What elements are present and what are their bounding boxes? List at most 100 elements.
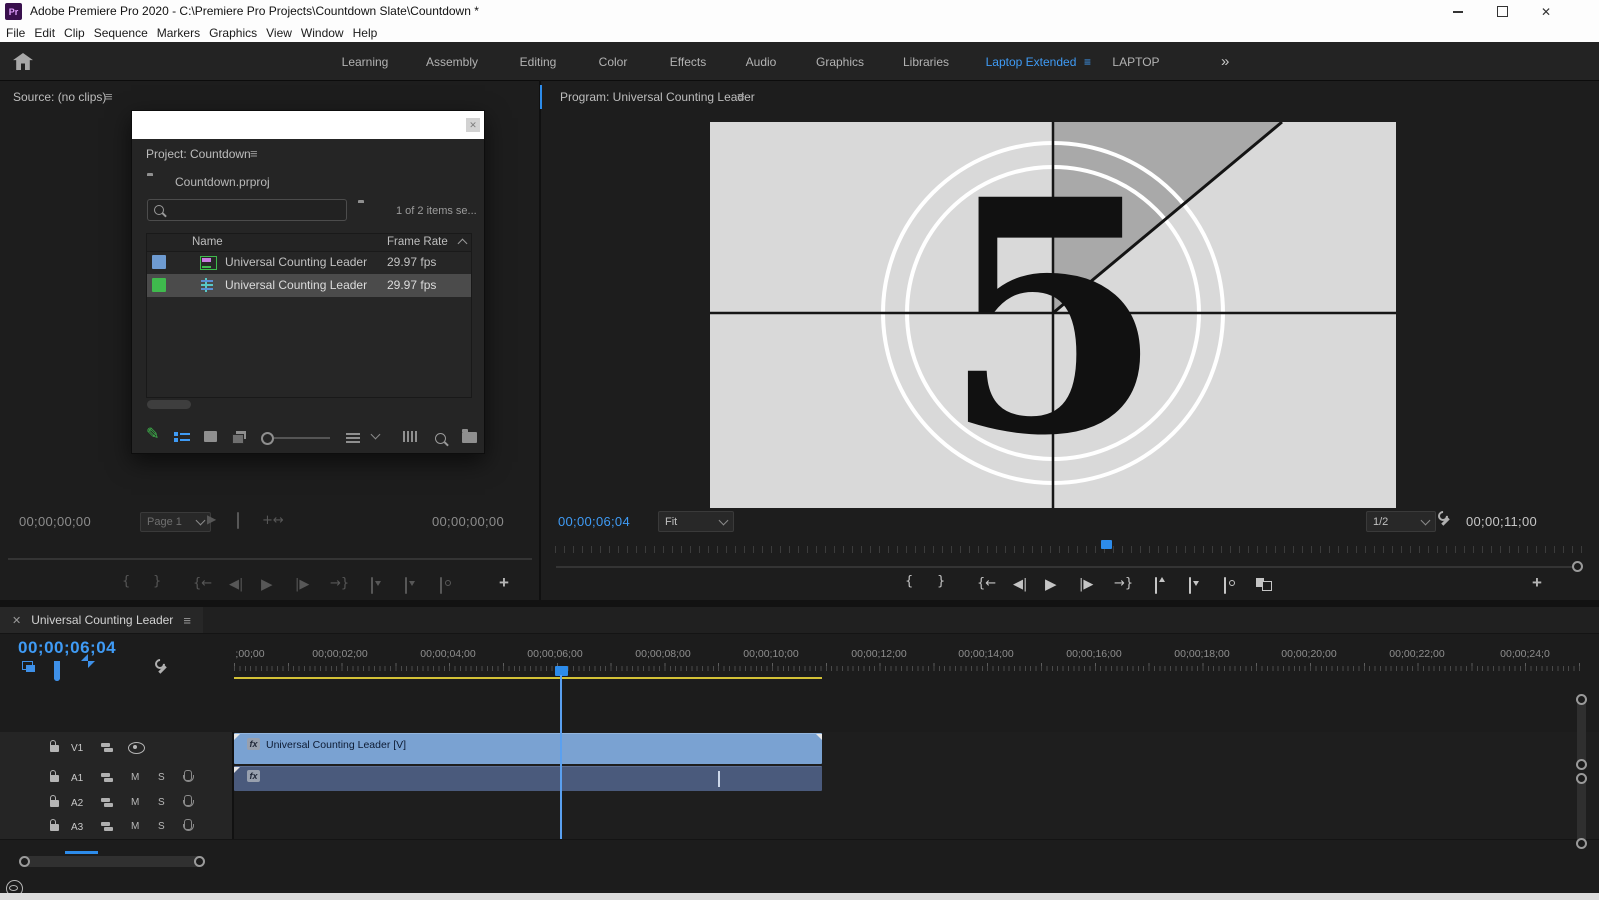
timecode-overlay-icon[interactable]: +↔ xyxy=(262,513,284,528)
scroll-handle[interactable] xyxy=(1576,694,1587,705)
track-label[interactable]: A1 xyxy=(71,773,83,784)
mic-icon[interactable] xyxy=(182,770,194,782)
zoom-handle-left[interactable] xyxy=(19,856,30,867)
sync-lock-icon[interactable] xyxy=(101,743,114,753)
timeline-panel-menu-icon[interactable] xyxy=(183,613,191,628)
program-zoom-handle[interactable] xyxy=(1572,561,1583,572)
scroll-handle[interactable] xyxy=(1576,773,1587,784)
source-button-editor-icon[interactable]: + xyxy=(499,573,509,593)
tab-editing[interactable]: Editing xyxy=(520,55,557,69)
work-area-bar[interactable] xyxy=(234,677,822,679)
scroll-handle[interactable] xyxy=(1576,759,1587,770)
sync-lock-icon[interactable] xyxy=(101,798,114,808)
source-step-back-icon[interactable]: ◀| xyxy=(229,577,243,592)
workspace-menu-icon[interactable] xyxy=(1084,55,1091,69)
program-timecode[interactable]: 00;00;06;04 xyxy=(558,514,630,529)
close-sequence-icon[interactable]: ✕ xyxy=(12,614,21,627)
solo-button[interactable]: S xyxy=(158,772,165,783)
track-label[interactable]: A3 xyxy=(71,822,83,833)
horizontal-divider[interactable] xyxy=(0,600,1599,607)
title-bar[interactable]: Pr Adobe Premiere Pro 2020 - C:\Premiere… xyxy=(0,0,1599,23)
mute-button[interactable]: M xyxy=(131,821,139,832)
track-header-v1[interactable]: V1 xyxy=(0,732,234,765)
audio-clip[interactable]: fx xyxy=(234,766,822,791)
fade-handle-icon[interactable] xyxy=(234,734,240,740)
panel-divider[interactable] xyxy=(539,80,541,600)
playback-resolution-select[interactable]: 1/2 xyxy=(1366,511,1436,532)
project-panel-menu-icon[interactable] xyxy=(250,146,258,161)
go-to-in-icon[interactable]: {← xyxy=(977,576,996,591)
lock-icon[interactable] xyxy=(50,740,59,752)
program-button-editor-icon[interactable]: + xyxy=(1532,573,1542,593)
program-zoom-scrollbar[interactable] xyxy=(556,566,1580,568)
menu-view[interactable]: View xyxy=(266,26,292,40)
source-mark-in-icon[interactable]: { xyxy=(122,574,130,589)
video-tracks-scrollbar[interactable] xyxy=(1577,700,1586,765)
menu-graphics[interactable]: Graphics xyxy=(209,26,257,40)
project-window-close-button[interactable]: ✕ xyxy=(466,118,480,132)
timeline-sequence-tab[interactable]: ✕ Universal Counting Leader xyxy=(0,607,203,633)
table-row-selected[interactable]: Universal Counting Leader 29.97 fps xyxy=(147,274,471,297)
fx-badge[interactable]: fx xyxy=(247,738,260,750)
source-mark-out-icon[interactable]: } xyxy=(153,574,161,589)
mark-in-icon[interactable]: { xyxy=(905,574,913,589)
mute-button[interactable]: M xyxy=(131,797,139,808)
track-header-scrollbar[interactable] xyxy=(65,851,98,854)
program-zoom-select[interactable]: Fit xyxy=(658,511,734,532)
tab-laptop[interactable]: LAPTOP xyxy=(1112,55,1159,69)
timeline-playhead-line[interactable] xyxy=(560,675,562,839)
source-timecode[interactable]: 00;00;00;00 xyxy=(19,514,91,529)
source-go-to-in-icon[interactable]: {← xyxy=(193,576,212,591)
source-panel-menu-icon[interactable] xyxy=(105,89,113,104)
source-go-to-out-icon[interactable]: →} xyxy=(330,576,349,591)
label-color-chip[interactable] xyxy=(152,278,166,292)
timeline-zoom-scrollbar[interactable] xyxy=(19,856,205,867)
label-color-chip[interactable] xyxy=(152,255,166,269)
play-icon[interactable]: ▶ xyxy=(1045,575,1057,593)
mic-icon[interactable] xyxy=(182,795,194,807)
menu-clip[interactable]: Clip xyxy=(64,26,85,40)
menu-edit[interactable]: Edit xyxy=(34,26,55,40)
sort-chevron-icon[interactable] xyxy=(370,429,381,440)
zoom-slider-handle[interactable] xyxy=(261,432,274,445)
menu-file[interactable]: File xyxy=(6,26,25,40)
find-icon[interactable] xyxy=(435,433,446,444)
scroll-handle[interactable] xyxy=(1576,838,1587,849)
table-horizontal-scrollbar[interactable] xyxy=(147,400,191,409)
workspace-overflow-icon[interactable]: » xyxy=(1221,53,1229,70)
lift-icon[interactable] xyxy=(1155,577,1157,594)
lock-icon[interactable] xyxy=(50,819,59,831)
extract-icon[interactable] xyxy=(1189,577,1191,594)
export-frame-icon[interactable] xyxy=(1224,577,1226,594)
timeline-timecode[interactable]: 00;00;06;04 xyxy=(18,638,116,658)
source-scrubber[interactable] xyxy=(8,558,532,560)
snap-magnet-icon[interactable] xyxy=(54,661,60,681)
column-name[interactable]: Name xyxy=(192,236,223,248)
fx-badge[interactable]: fx xyxy=(247,770,260,782)
zoom-slider-track[interactable] xyxy=(274,437,330,439)
writable-pencil-icon[interactable]: ✎ xyxy=(146,424,159,444)
audio-tracks-scrollbar[interactable] xyxy=(1577,779,1586,844)
tab-libraries[interactable]: Libraries xyxy=(903,55,949,69)
sync-lock-icon[interactable] xyxy=(101,773,114,783)
track-label[interactable]: V1 xyxy=(71,743,83,754)
tab-graphics[interactable]: Graphics xyxy=(816,55,864,69)
solo-button[interactable]: S xyxy=(158,821,165,832)
tab-laptop-extended[interactable]: Laptop Extended xyxy=(986,55,1077,69)
track-label[interactable]: A2 xyxy=(71,798,83,809)
menu-window[interactable]: Window xyxy=(301,26,344,40)
source-page-select[interactable]: Page 1 xyxy=(140,512,211,532)
track-header-a3[interactable]: A3 M S xyxy=(0,814,234,839)
sync-lock-icon[interactable] xyxy=(101,822,114,832)
source-overwrite-icon[interactable] xyxy=(405,577,407,594)
source-insert-icon[interactable] xyxy=(371,577,373,594)
lock-icon[interactable] xyxy=(50,770,59,782)
zoom-handle-right[interactable] xyxy=(194,856,205,867)
program-playhead[interactable] xyxy=(1101,540,1112,549)
mark-out-icon[interactable]: } xyxy=(937,574,945,589)
automate-to-sequence-icon[interactable] xyxy=(403,431,417,442)
bin-name[interactable]: Countdown.prproj xyxy=(175,175,270,189)
source-play-proxy-icon[interactable]: ▶ xyxy=(207,512,216,526)
close-button[interactable]: ✕ xyxy=(1524,0,1568,23)
step-back-icon[interactable]: ◀| xyxy=(1013,577,1027,592)
